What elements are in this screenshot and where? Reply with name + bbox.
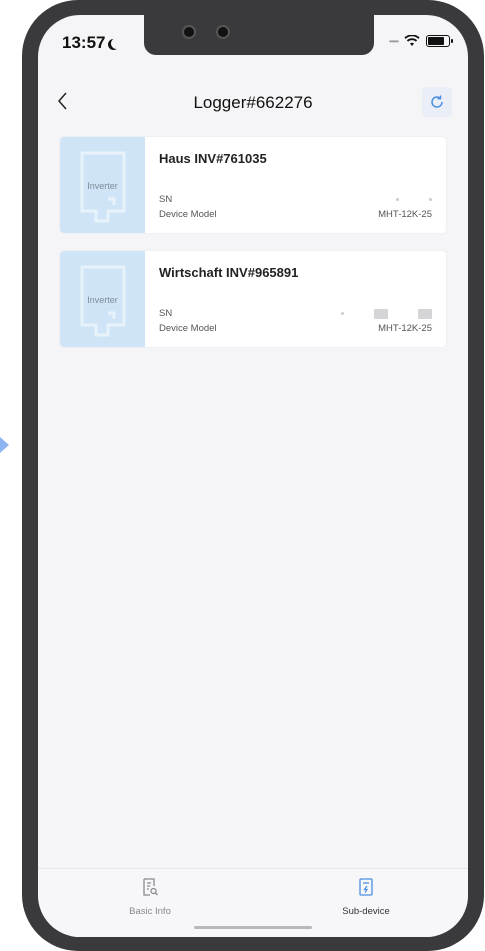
refresh-icon [431,95,443,108]
sn-row: SN [159,308,432,319]
thumb-label: Inverter [87,295,118,305]
tab-bar: Basic Info Sub-device [38,868,468,937]
sn-value-redacted [396,194,432,205]
device-thumbnail: Inverter [60,137,145,233]
nav-bar: Logger#662276 [38,81,468,125]
phone-frame: 13:57 ••••• Logger#662276 Inverter Haus … [22,0,484,951]
device-name: Wirtschaft INV#965891 [159,265,299,280]
home-indicator [194,926,312,929]
redaction-mark [374,308,388,319]
sensor-dot [216,25,230,39]
camera-notch [144,15,374,55]
back-button[interactable] [52,89,76,113]
model-label: Device Model [159,209,217,220]
camera-dot [182,25,196,39]
chevron-left-icon [58,92,67,110]
device-thumbnail: Inverter [60,251,145,347]
tab-sub-device[interactable]: Sub-device [306,877,426,917]
redaction-mark [429,198,432,201]
status-time-text: 13:57 [62,33,106,52]
sn-label: SN [159,308,173,319]
tab-basic-info[interactable]: Basic Info [90,877,210,917]
page-title: Logger#662276 [193,93,313,112]
sub-device-list: Inverter Haus INV#761035 SN Device Model… [60,137,446,365]
status-time: 13:57 [62,33,122,53]
document-search-icon [143,878,158,896]
sn-label: SN [159,194,173,205]
status-indicators: ••••• [388,35,453,47]
thumb-label: Inverter [87,181,118,191]
app-screen: 13:57 ••••• Logger#662276 Inverter Haus … [38,15,468,937]
sn-row: SN [159,194,432,205]
tab-label: Basic Info [129,906,171,917]
refresh-button[interactable] [422,87,452,117]
side-arrow-decoration [0,437,9,453]
model-value: MHT-12K-25 [378,323,432,334]
device-card[interactable]: Inverter Wirtschaft INV#965891 SN Device… [60,251,446,347]
cellular-signal-icon: ••••• [388,36,399,46]
redaction-mark [418,308,432,319]
model-label: Device Model [159,323,217,334]
battery-icon [426,35,453,47]
tab-label: Sub-device [342,906,390,917]
inverter-device-icon [359,878,373,896]
device-name: Haus INV#761035 [159,151,267,166]
wifi-icon [404,35,420,46]
sn-value-redacted [341,308,432,319]
redaction-mark [396,198,399,201]
device-card[interactable]: Inverter Haus INV#761035 SN Device Model… [60,137,446,233]
moon-icon [111,38,122,49]
model-row: Device Model MHT-12K-25 [159,323,432,334]
model-row: Device Model MHT-12K-25 [159,209,432,220]
model-value: MHT-12K-25 [378,209,432,220]
redaction-mark [341,312,344,315]
